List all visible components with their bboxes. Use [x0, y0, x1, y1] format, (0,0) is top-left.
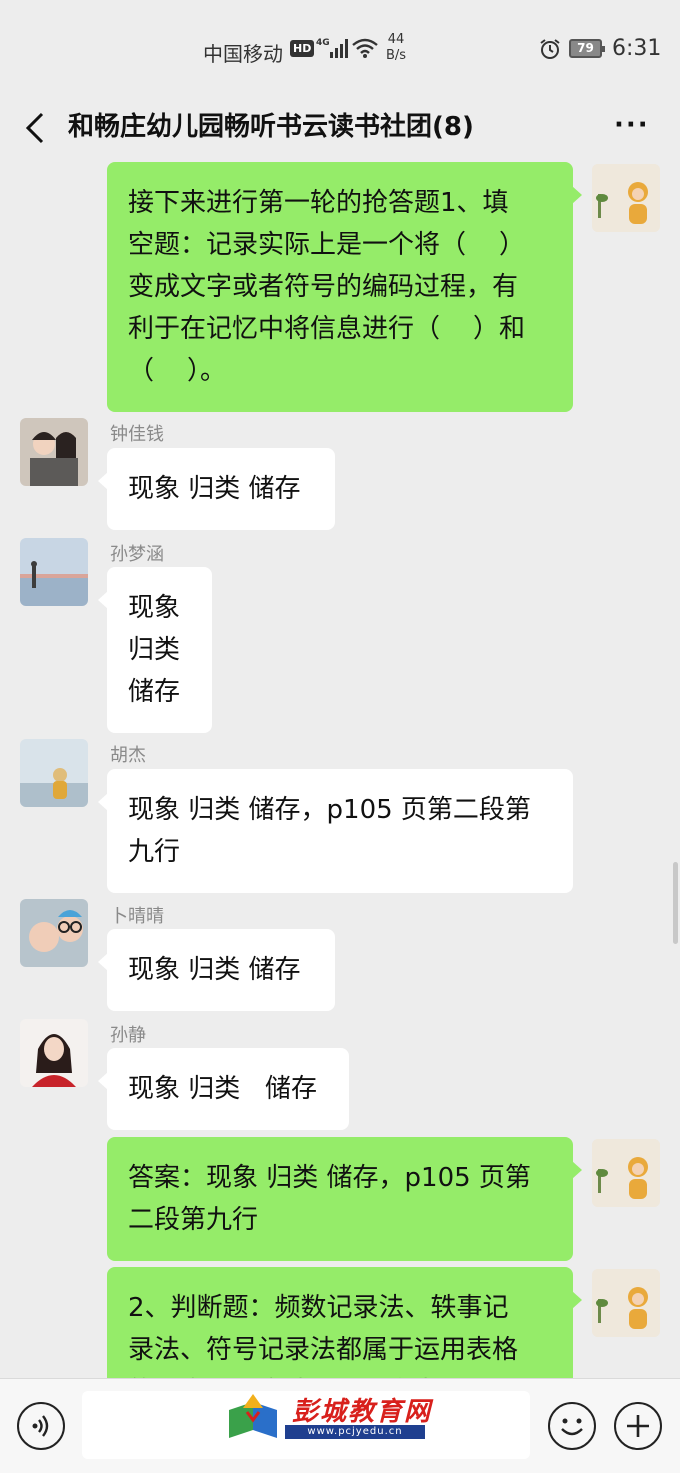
alarm-icon	[539, 38, 561, 64]
svg-text:4G: 4G	[316, 38, 330, 48]
sender-name: 孙梦涵	[110, 544, 164, 565]
back-arrow-icon[interactable]	[22, 108, 48, 152]
hd-badge: HD	[290, 40, 315, 57]
carrier-name: 中国移动	[203, 42, 283, 66]
sender-name: 钟佳钱	[110, 424, 164, 445]
emoji-icon[interactable]	[548, 1402, 596, 1450]
network-speed: 44 B/s	[386, 32, 406, 64]
scrollbar[interactable]	[673, 862, 678, 944]
more-icon[interactable]: ···	[614, 110, 650, 140]
battery-indicator: 79	[569, 39, 605, 58]
watermark-name: 彭城教育网	[292, 1397, 433, 1427]
signal-icon: 4G	[316, 36, 348, 64]
chat-header: 和畅庄幼儿园畅听书云读书社团(8) ···	[0, 100, 680, 162]
message-list[interactable]: 接下来进行第一轮的抢答题1、填 空题：记录实际上是一个将（ ） 变成文字或者符号…	[0, 162, 680, 1378]
message-bubble[interactable]: 现象 归类 储存	[98, 448, 335, 530]
wifi-icon	[352, 38, 378, 62]
avatar-sun-menghan[interactable]	[20, 538, 88, 606]
message-bubble-self[interactable]: 接下来进行第一轮的抢答题1、填 空题：记录实际上是一个将（ ） 变成文字或者符号…	[107, 162, 582, 412]
message-bubble[interactable]: 现象 归类 储存	[98, 1048, 349, 1130]
watermark: 彭城教育网 www.pcjyedu.cn	[225, 1390, 435, 1446]
sender-name: 胡杰	[110, 745, 146, 766]
avatar-bu-qingqing[interactable]	[20, 899, 88, 967]
watermark-logo-icon	[225, 1394, 281, 1446]
sender-name: 孙静	[110, 1025, 146, 1046]
avatar-sun-jing[interactable]	[20, 1019, 88, 1087]
message-bubble-self[interactable]: 答案：现象 归类 储存，p105 页第 二段第九行	[107, 1137, 582, 1261]
status-bar: 中国移动 HD 4G 44 B/s 79 6:31	[0, 0, 680, 100]
self-avatar[interactable]	[592, 1269, 660, 1337]
voice-icon[interactable]	[17, 1402, 65, 1450]
self-avatar[interactable]	[592, 1139, 660, 1207]
message-bubble-self[interactable]: 2、判断题：频数记录法、轶事记 录法、符号记录法都属于运用表格 的观察记录方法，…	[107, 1267, 582, 1378]
avatar-hu-jie[interactable]	[20, 739, 88, 807]
speed-value: 44	[387, 32, 405, 47]
plus-icon[interactable]	[614, 1402, 662, 1450]
avatar-zhong-jiaqian[interactable]	[20, 418, 88, 486]
message-bubble[interactable]: 现象 归类 储存，p105 页第二段第 九行	[98, 769, 573, 893]
group-title: 和畅庄幼儿园畅听书云读书社团(8)	[68, 112, 474, 142]
speed-unit: B/s	[386, 48, 407, 63]
sender-name: 卜晴晴	[110, 906, 164, 927]
message-bubble[interactable]: 现象 归类 储存	[98, 567, 212, 733]
watermark-url: www.pcjyedu.cn	[285, 1425, 425, 1439]
message-bubble[interactable]: 现象 归类 储存	[98, 929, 335, 1011]
clock: 6:31	[612, 36, 662, 61]
self-avatar[interactable]	[592, 164, 660, 232]
